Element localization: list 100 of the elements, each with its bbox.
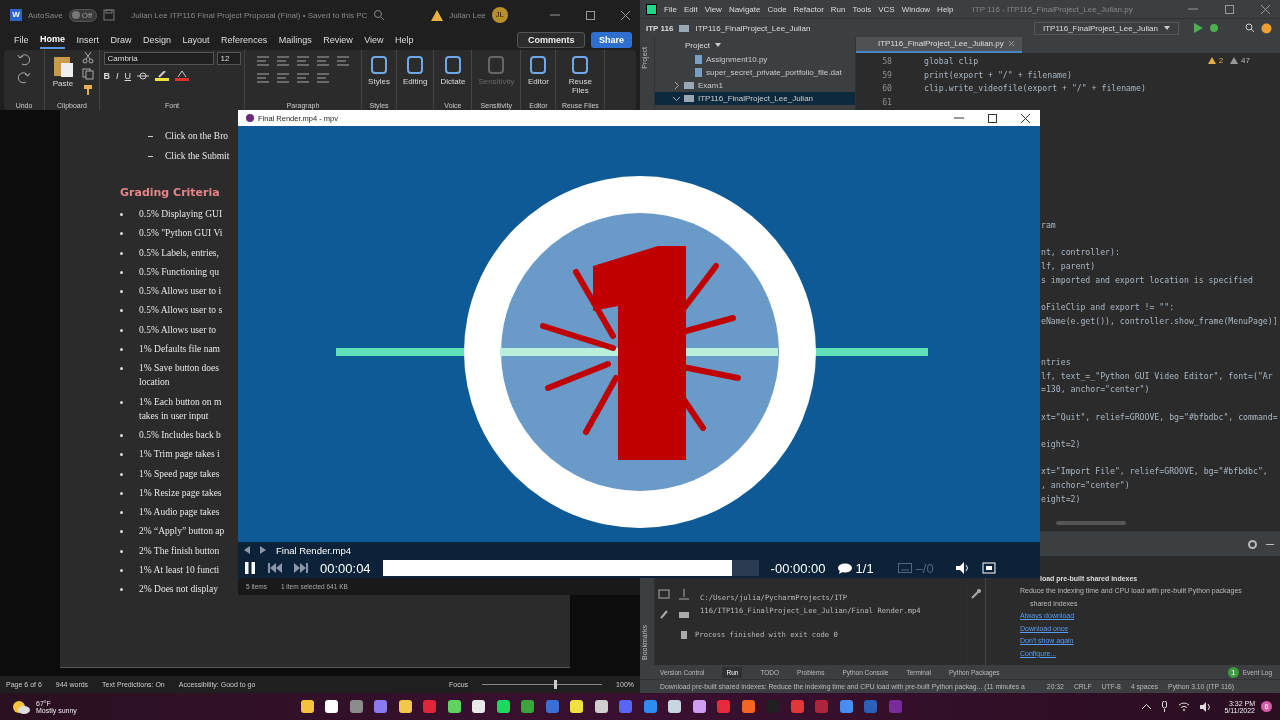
app-icon[interactable]: [594, 700, 608, 713]
tree-row[interactable]: super_secret_private_portfolio_file.dat: [655, 66, 855, 79]
skip-forward-icon[interactable]: [294, 562, 308, 574]
ribbon-tab[interactable]: Insert: [76, 32, 100, 48]
menu-item[interactable]: Refactor: [793, 4, 824, 14]
chapter-counter[interactable]: 1/1: [855, 560, 874, 576]
paragraph-icon[interactable]: [296, 72, 310, 84]
undo-icon[interactable]: [17, 52, 31, 66]
paragraph-icon[interactable]: [256, 72, 270, 84]
ribbon-button[interactable]: Dictate: [438, 52, 468, 88]
tree-row[interactable]: Exam1: [655, 79, 855, 92]
menu-item[interactable]: Tools: [852, 4, 872, 14]
ribbon-tab[interactable]: Design: [143, 32, 172, 48]
scrollbar[interactable]: [1056, 521, 1126, 525]
format-button[interactable]: U: [124, 71, 131, 81]
next-icon[interactable]: [260, 546, 266, 554]
menu-item[interactable]: Code: [767, 4, 787, 14]
ribbon-tab[interactable]: References: [221, 32, 268, 48]
volume-icon[interactable]: [1200, 701, 1213, 712]
editor-tab[interactable]: ITP116_FinalProject_Lee_Julian.py: [856, 37, 1022, 53]
ribbon-tab[interactable]: Draw: [110, 32, 132, 48]
remaining-time[interactable]: -00:00:00: [770, 560, 826, 576]
microphone-icon[interactable]: [1161, 701, 1169, 712]
zoom-slider-thumb[interactable]: [554, 680, 558, 689]
tree-row[interactable]: ITP116_FinalProject_Lee_Julian: [655, 92, 855, 105]
run-icon[interactable]: [1193, 23, 1203, 33]
menu-item[interactable]: Window: [901, 4, 931, 14]
subtitles-icon[interactable]: [897, 563, 912, 573]
maximize-icon[interactable]: [585, 10, 595, 20]
volume-icon[interactable]: [955, 562, 970, 574]
autosave-toggle[interactable]: Off: [68, 8, 98, 22]
wifi-icon[interactable]: [1178, 702, 1191, 711]
app-icon[interactable]: [300, 700, 314, 713]
wrench-icon[interactable]: [970, 588, 982, 600]
warning-count[interactable]: 2: [1218, 56, 1224, 65]
close-icon[interactable]: [620, 10, 630, 20]
redo-icon[interactable]: [17, 70, 31, 84]
ribbon-button[interactable]: Styles: [366, 52, 392, 88]
highlighter-icon[interactable]: [155, 71, 169, 81]
strikethrough-icon[interactable]: [137, 71, 149, 81]
menu-item[interactable]: Run: [830, 4, 846, 14]
font-size-field[interactable]: 12: [216, 52, 241, 65]
app-icon[interactable]: [472, 700, 486, 713]
menu-item[interactable]: Edit: [683, 4, 698, 14]
run-configuration-dropdown[interactable]: ITP116_FinalProject_Lee_Julian: [1033, 21, 1179, 35]
ribbon-button[interactable]: Editor: [525, 52, 552, 88]
app-icon[interactable]: [325, 700, 339, 713]
ribbon-button[interactable]: Editing: [401, 52, 430, 88]
paragraph-icon[interactable]: [276, 72, 290, 84]
ribbon-button[interactable]: Reuse Files: [560, 52, 601, 97]
user-avatar[interactable]: JL: [491, 7, 508, 23]
font-name-field[interactable]: Cambria: [103, 52, 214, 65]
menu-item[interactable]: VCS: [878, 4, 895, 14]
breadcrumb-item[interactable]: ITP116_FinalProject_Lee_Julian: [695, 23, 811, 33]
seek-bar[interactable]: [382, 560, 759, 576]
panel-title[interactable]: Project: [685, 40, 710, 50]
settings-icon[interactable]: [1247, 538, 1258, 550]
search-icon[interactable]: [373, 9, 386, 21]
breadcrumb-item[interactable]: ITP 116: [646, 23, 674, 33]
font-color-icon[interactable]: [175, 71, 189, 81]
scissors-icon[interactable]: [82, 52, 94, 64]
pause-icon[interactable]: [244, 561, 256, 575]
paragraph-icon[interactable]: [336, 55, 350, 67]
app-icon[interactable]: [447, 700, 461, 713]
speech-bubble-icon[interactable]: [837, 562, 852, 574]
layout-icon[interactable]: [658, 588, 670, 600]
maximize-icon[interactable]: [988, 113, 997, 123]
save-icon[interactable]: [103, 9, 116, 21]
fullscreen-icon[interactable]: [981, 562, 996, 574]
previous-icon[interactable]: [244, 546, 250, 554]
ribbon-tab[interactable]: Help: [395, 32, 414, 48]
app-icon[interactable]: [496, 700, 510, 713]
search-icon[interactable]: [1245, 23, 1255, 33]
app-icon[interactable]: [692, 700, 706, 713]
close-icon[interactable]: [1021, 113, 1030, 123]
elapsed-time[interactable]: 00:00:04: [320, 560, 371, 576]
app-icon[interactable]: [668, 700, 682, 713]
tree-row[interactable]: Assignment10.py: [655, 53, 855, 66]
paragraph-icon[interactable]: [296, 55, 310, 67]
scroll-down-icon[interactable]: [678, 588, 690, 600]
menu-item[interactable]: View: [704, 4, 722, 14]
paragraph-icon[interactable]: [316, 72, 330, 84]
ribbon-tab[interactable]: Review: [323, 32, 353, 48]
ribbon-tab[interactable]: Layout: [182, 32, 210, 48]
menu-item[interactable]: Navigate: [728, 4, 761, 14]
ribbon-tab[interactable]: Mailings: [278, 32, 312, 48]
menu-item[interactable]: File: [664, 4, 677, 14]
paragraph-icon[interactable]: [256, 55, 270, 67]
app-icon[interactable]: [398, 700, 412, 713]
format-button[interactable]: B: [103, 71, 110, 81]
weak-warning-count[interactable]: 47: [1241, 56, 1250, 65]
format-button[interactable]: I: [116, 71, 119, 81]
minimize-icon[interactable]: [1266, 542, 1274, 546]
app-icon[interactable]: [570, 700, 584, 713]
chevron-icon[interactable]: [673, 95, 680, 102]
paragraph-icon[interactable]: [316, 55, 330, 67]
paragraph-icon[interactable]: [276, 55, 290, 67]
comments-button[interactable]: Comments: [516, 32, 586, 48]
skip-back-icon[interactable]: [268, 562, 282, 574]
paste-button[interactable]: Paste: [50, 52, 76, 90]
